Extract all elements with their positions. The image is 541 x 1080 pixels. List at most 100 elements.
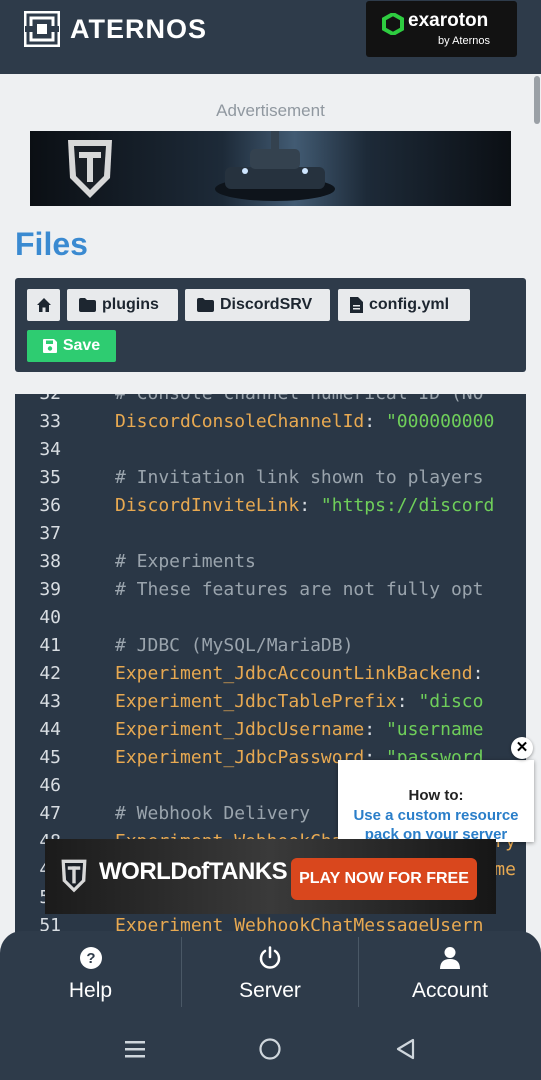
code-token: # Webhook Delivery [115,803,311,824]
code-text: Experiment_JdbcUsername: "username [115,716,483,744]
breadcrumb-home[interactable] [27,289,60,321]
code-token: DiscordConsoleChannelId [115,411,365,432]
code-token: Experiment_JdbcTablePrefix [115,691,397,712]
code-token: DiscordInviteLink [115,495,300,516]
code-text: # Invitation link shown to players [115,464,483,492]
code-line: 42 Experiment_JdbcAccountLinkBackend: [15,660,526,688]
system-nav-bar [0,1026,541,1080]
exaroton-name: exaroton [408,10,489,31]
exaroton-subtitle: by Aternos [438,35,490,47]
code-text: # These features are not fully opt [115,576,483,604]
code-line: 34 [15,436,526,464]
code-line: 38 # Experiments [15,548,526,576]
tank-image [215,131,335,201]
nav-account[interactable]: Account [359,931,541,1016]
app-header: ATERNOS exaroton by Aternos [0,0,541,74]
code-text: DiscordConsoleChannelId: "000000000 [115,408,494,436]
svg-text:?: ? [86,950,95,967]
breadcrumb-label: plugins [102,296,159,313]
power-icon [259,946,281,969]
breadcrumb-label: DiscordSRV [220,296,313,313]
code-text: # JDBC (MySQL/MariaDB) [115,632,353,660]
line-number: 40 [39,607,61,628]
code-line: 43 Experiment_JdbcTablePrefix: "disco [15,688,526,716]
save-button[interactable]: Save [27,330,116,362]
line-number: 32 [15,394,61,408]
how-to-popup: How to: Use a custom resource pack on yo… [338,760,534,843]
code-line: 41 # JDBC (MySQL/MariaDB) [15,632,526,660]
line-number: 35 [39,467,61,488]
nav-label: Server [239,979,301,1002]
home-icon [36,298,51,312]
code-token: # Experiments [115,551,256,572]
help-icon: ? [79,947,102,969]
folder-icon [79,298,96,312]
code-token: # JDBC (MySQL/MariaDB) [115,635,354,656]
line-number: 38 [39,551,61,572]
code-text: Experiment_JdbcAccountLinkBackend: [115,660,483,688]
code-text: # Experiments [115,548,256,576]
code-token: "https://discord [320,495,495,516]
code-token: Experiment_JdbcUsername [115,719,365,740]
code-token: : [396,691,419,712]
line-number: 34 [39,439,61,460]
nav-help[interactable]: ? Help [0,931,181,1016]
breadcrumb-plugins[interactable]: plugins [67,289,178,321]
exaroton-ad-link[interactable]: exaroton by Aternos [366,1,517,57]
code-line: 33 DiscordConsoleChannelId: "000000000 [15,408,526,436]
play-now-button[interactable]: PLAY NOW FOR FREE [291,858,477,900]
nav-server[interactable]: Server [182,931,358,1016]
folder-icon [197,298,214,312]
recent-apps-icon[interactable] [124,1038,146,1060]
breadcrumb-config-yml[interactable]: config.yml [338,289,470,321]
code-token: # Console channel numerical ID (NO [115,394,483,404]
line-number: 44 [39,719,61,740]
bottom-nav: ? Help Server Account [0,931,541,1026]
code-token: "000000000 [385,411,495,432]
code-line: 36 DiscordInviteLink: "https://discord [15,492,526,520]
code-text: DiscordInviteLink: "https://discord [115,492,494,520]
nav-label: Help [68,979,113,1002]
code-text: # Webhook Delivery [115,800,310,828]
code-line: 32 # Console channel numerical ID (NO [15,394,526,408]
code-line: 40 [15,604,526,632]
close-icon[interactable]: ✕ [511,737,533,759]
nav-label: Account [412,979,488,1002]
save-label: Save [62,337,101,354]
code-text: # Console channel numerical ID (NO [115,394,483,408]
line-number: 39 [39,579,61,600]
line-number: 42 [39,663,61,684]
line-number: 33 [39,411,61,432]
user-icon [440,947,460,969]
code-line: 35 # Invitation link shown to players [15,464,526,492]
code-line: 39 # These features are not fully opt [15,576,526,604]
advertisement-banner[interactable] [30,131,511,206]
line-number: 36 [39,495,61,516]
page-title: Files [15,226,88,262]
world-of-tanks-ad[interactable]: WORLDofTANKS PLAY NOW FOR FREE [45,839,496,914]
line-number: 41 [39,635,61,656]
popup-title: How to: [408,787,464,804]
brand-name[interactable]: ATERNOS [70,14,207,45]
save-icon [42,339,57,353]
code-token: : [364,411,386,432]
file-icon [350,297,363,313]
code-line: 37 [15,520,526,548]
aternos-logo-icon[interactable] [24,11,60,47]
home-circle-icon[interactable] [258,1037,282,1061]
line-number: 45 [39,747,61,768]
back-icon[interactable] [394,1037,416,1061]
line-number: 37 [39,523,61,544]
file-toolbar: plugins DiscordSRV config.yml Save [15,278,526,372]
code-token: : [472,663,484,684]
world-of-tanks-shield-icon [61,859,87,893]
world-of-tanks-shield-icon [68,140,112,198]
code-token: # These features are not fully opt [115,579,484,600]
code-token: "disco [418,691,484,712]
exaroton-logo-icon [382,13,404,35]
code-token: : [364,719,386,740]
breadcrumb-discordsrv[interactable]: DiscordSRV [185,289,330,321]
line-number: 43 [39,691,61,712]
code-text: Experiment_JdbcTablePrefix: "disco [115,688,483,716]
line-number: 46 [39,775,61,796]
